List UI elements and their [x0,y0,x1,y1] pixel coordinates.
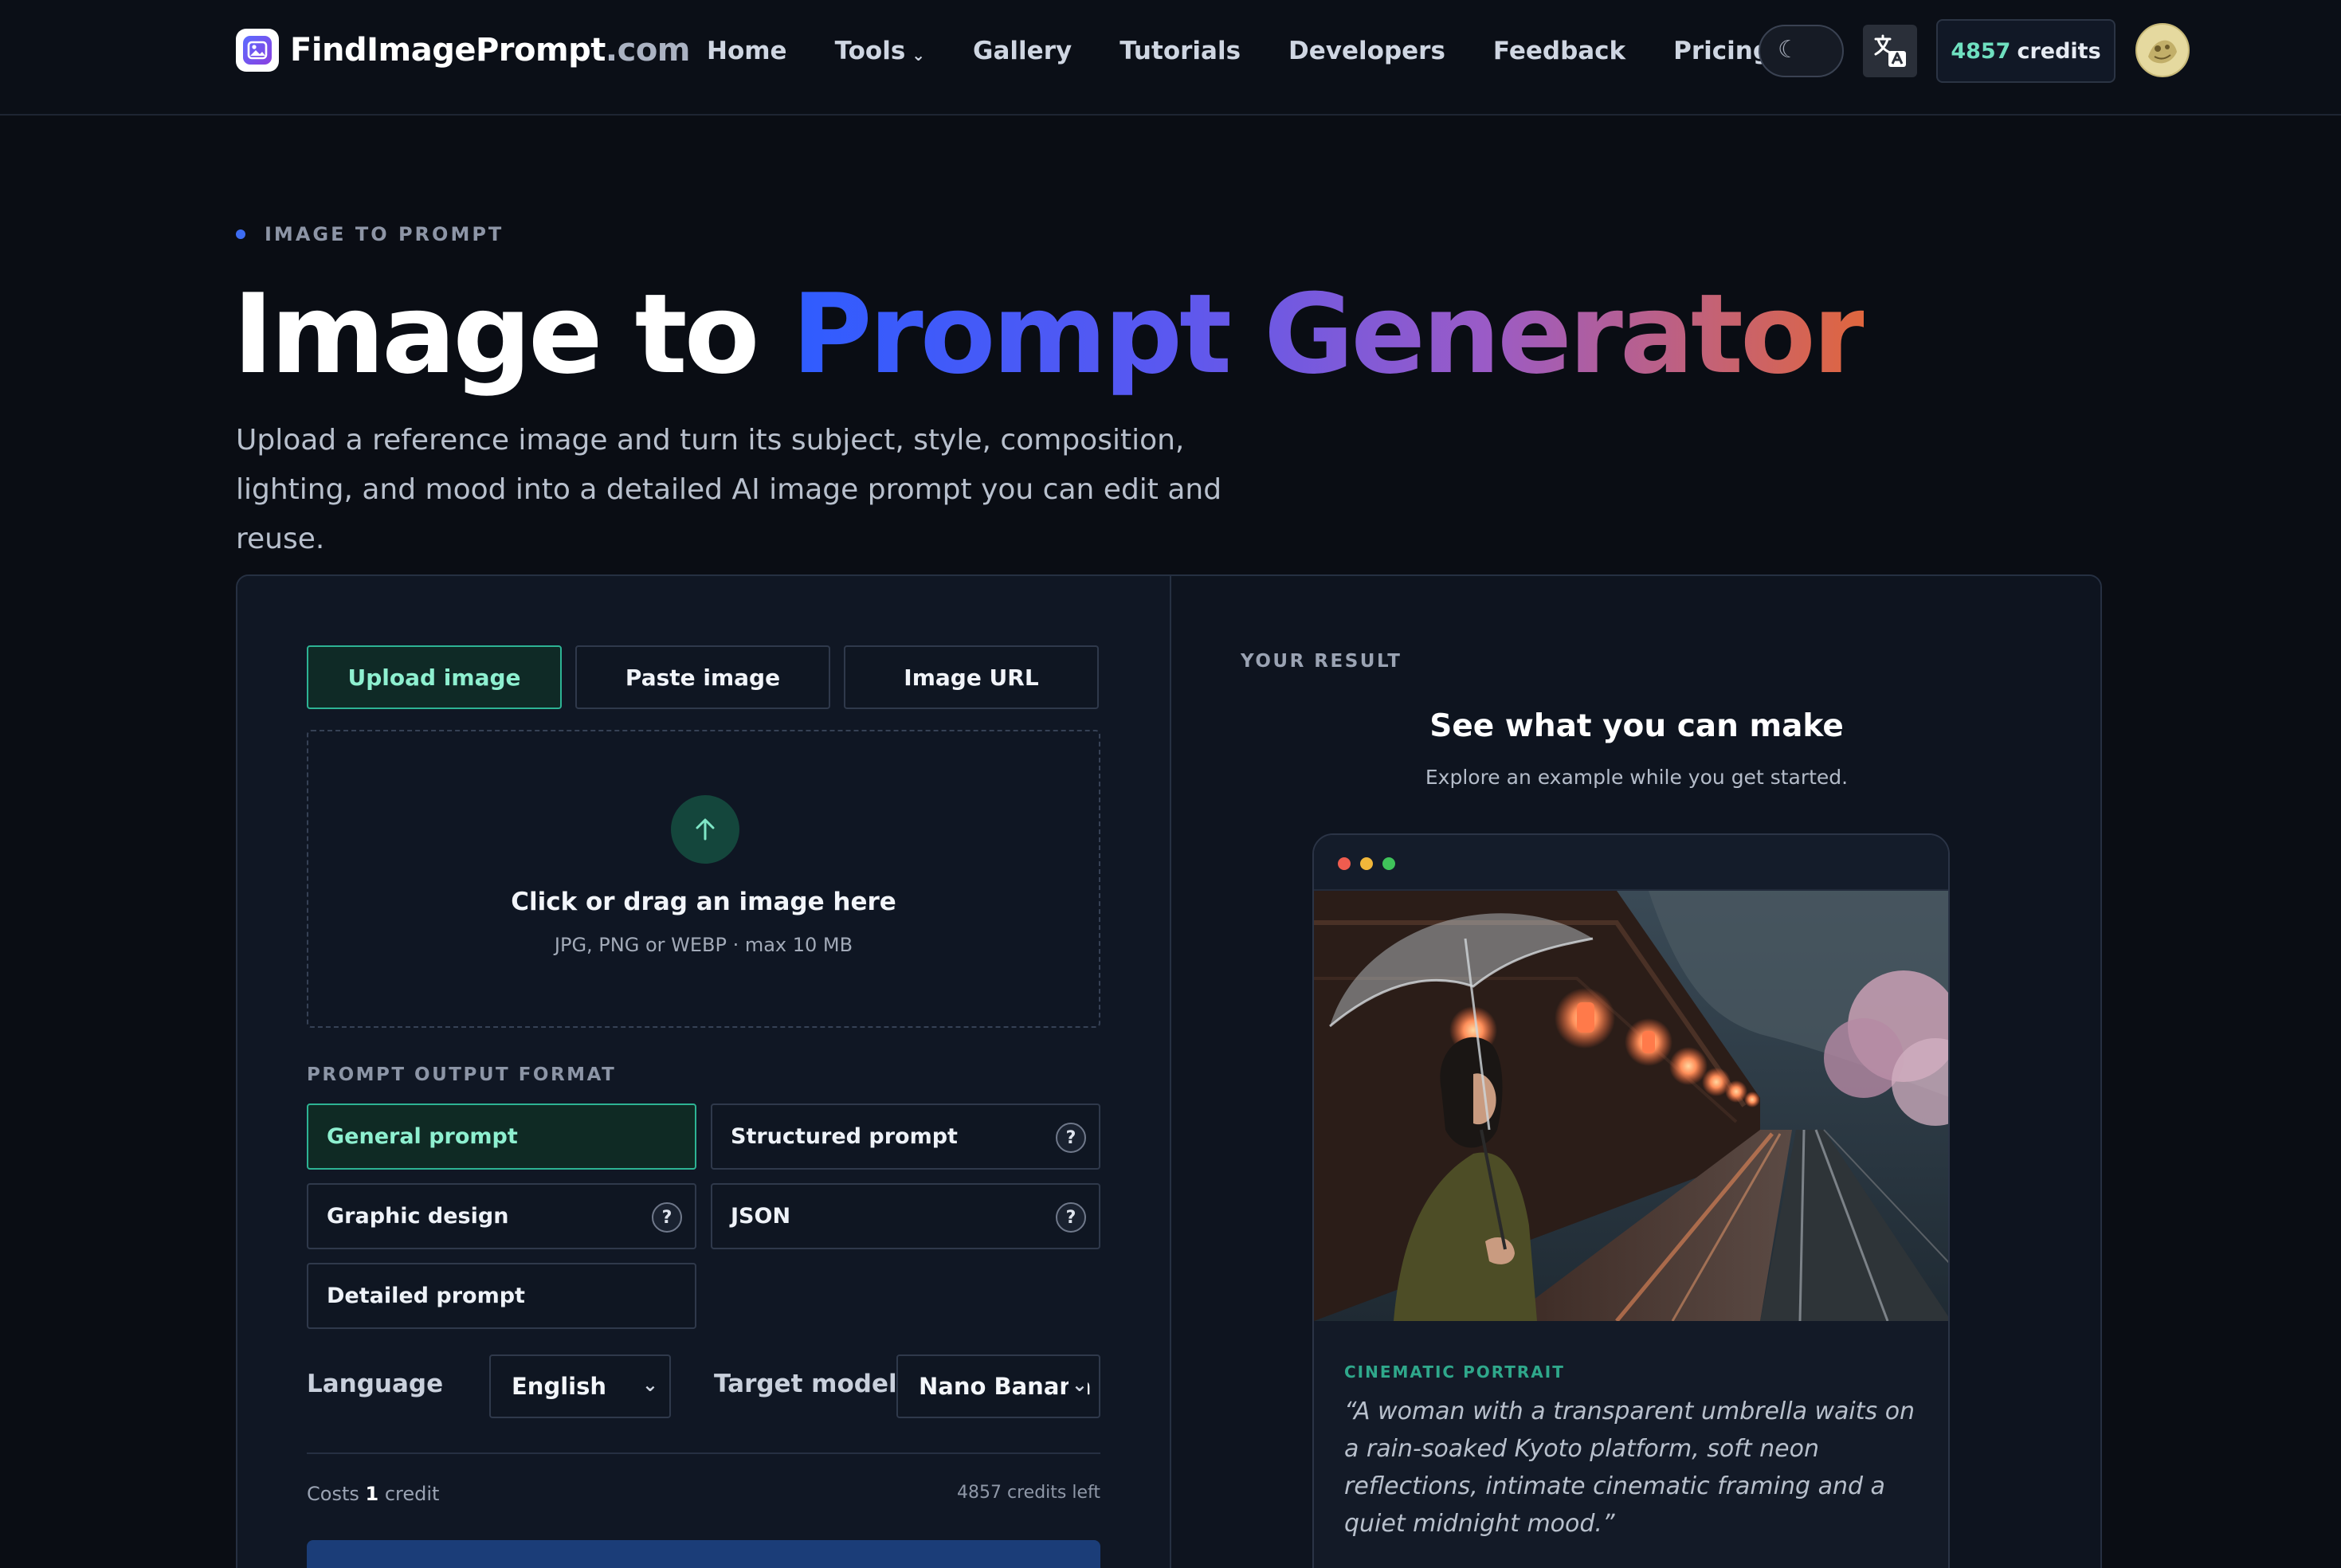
window-dot-yellow [1360,857,1373,870]
cost-info: Costs 1 credit [307,1483,440,1505]
example-tag: CINEMATIC PORTRAIT [1344,1362,1565,1382]
result-subtitle: Explore an example while you get started… [1425,766,1849,789]
input-panel: Upload image Paste image Image URL Click… [237,576,1170,1568]
chevron-down-icon: ⌄ [912,45,926,65]
help-icon[interactable]: ? [1056,1123,1086,1153]
example-image [1314,891,1948,1321]
output-format-label: PROMPT OUTPUT FORMAT [307,1064,617,1085]
dropzone-title: Click or drag an image here [511,888,896,916]
result-title: See what you can make [1429,708,1844,744]
arrow-up-icon [671,795,739,864]
window-bar [1314,835,1948,891]
nav-tutorials[interactable]: Tutorials [1120,37,1241,65]
nav-feedback[interactable]: Feedback [1493,37,1625,65]
nav-home[interactable]: Home [707,37,787,65]
eyebrow: IMAGE TO PROMPT [236,223,504,245]
format-graphic-design[interactable]: Graphic design ? [307,1183,696,1249]
tab-upload-image[interactable]: Upload image [307,645,562,709]
target-model-value: Nano Banana [919,1373,1092,1400]
nav-tools[interactable]: Tools ⌄ [835,37,925,65]
page-title: Image to Prompt Generator [233,270,1867,398]
nav-gallery[interactable]: Gallery [973,37,1072,65]
credits-remaining: 4857 credits left [957,1483,1100,1503]
format-structured-prompt[interactable]: Structured prompt ? [711,1103,1100,1170]
language-label: Language [307,1370,444,1398]
help-icon[interactable]: ? [652,1202,682,1233]
user-avatar[interactable] [2135,23,2190,77]
language-value: English [512,1373,607,1400]
theme-toggle[interactable]: ☾ [1759,25,1844,77]
chevron-down-icon: ⌄ [638,1374,658,1396]
result-label: YOUR RESULT [1241,651,1402,672]
result-panel: YOUR RESULT See what you can make Explor… [1171,576,2100,1568]
image-icon [236,29,279,72]
help-icon[interactable]: ? [1056,1202,1086,1233]
format-general-prompt[interactable]: General prompt [307,1103,696,1170]
dropzone-hint: JPG, PNG or WEBP · max 10 MB [554,934,853,956]
translate-icon [1874,34,1906,67]
example-card: CINEMATIC PORTRAIT “A woman with a trans… [1312,833,1950,1568]
main-nav: Home Tools ⌄ Gallery Tutorials Developers… [707,32,1818,70]
format-label: Structured prompt [731,1124,958,1149]
credits-balance-button[interactable]: 4857 credits [1936,19,2116,83]
divider [307,1452,1100,1454]
brand-name: FindImagePrompt.com [290,32,691,69]
credits-label: credits [2017,38,2101,64]
language-switcher-button[interactable] [1863,25,1917,77]
eyebrow-dot [236,229,245,239]
target-model-select[interactable]: Nano Banana ⌄ [896,1354,1100,1418]
page-subtitle: Upload a reference image and turn its su… [236,424,1222,555]
nav-pricing[interactable]: Pricing [1673,37,1770,65]
brand-logo[interactable]: FindImagePrompt.com [236,27,691,73]
top-navbar: FindImagePrompt.com Home Tools ⌄ Gallery … [0,0,2341,116]
format-label: JSON [731,1204,791,1229]
credits-count: 4857 [1951,38,2011,64]
format-label: General prompt [327,1124,518,1149]
chevron-down-icon: ⌄ [1068,1374,1088,1396]
window-dot-green [1382,857,1395,870]
nav-developers[interactable]: Developers [1288,37,1445,65]
format-label: Graphic design [327,1204,509,1229]
format-label: Detailed prompt [327,1284,525,1308]
example-prompt-quote: “A woman with a transparent umbrella wai… [1344,1397,1916,1538]
image-dropzone[interactable]: Click or drag an image here JPG, PNG or … [307,730,1100,1028]
tab-image-url[interactable]: Image URL [844,645,1099,709]
generate-prompt-button[interactable] [307,1540,1100,1568]
target-model-label: Target model [714,1370,897,1398]
format-json[interactable]: JSON ? [711,1183,1100,1249]
input-source-tabs: Upload image Paste image Image URL [307,645,1112,709]
language-select[interactable]: English ⌄ [489,1354,671,1418]
tab-paste-image[interactable]: Paste image [575,645,830,709]
eyebrow-text: IMAGE TO PROMPT [265,223,504,245]
moon-icon: ☾ [1778,36,1799,64]
format-detailed-prompt[interactable]: Detailed prompt [307,1263,696,1329]
window-dot-red [1338,857,1351,870]
generator-card: Upload image Paste image Image URL Click… [236,574,2102,1568]
